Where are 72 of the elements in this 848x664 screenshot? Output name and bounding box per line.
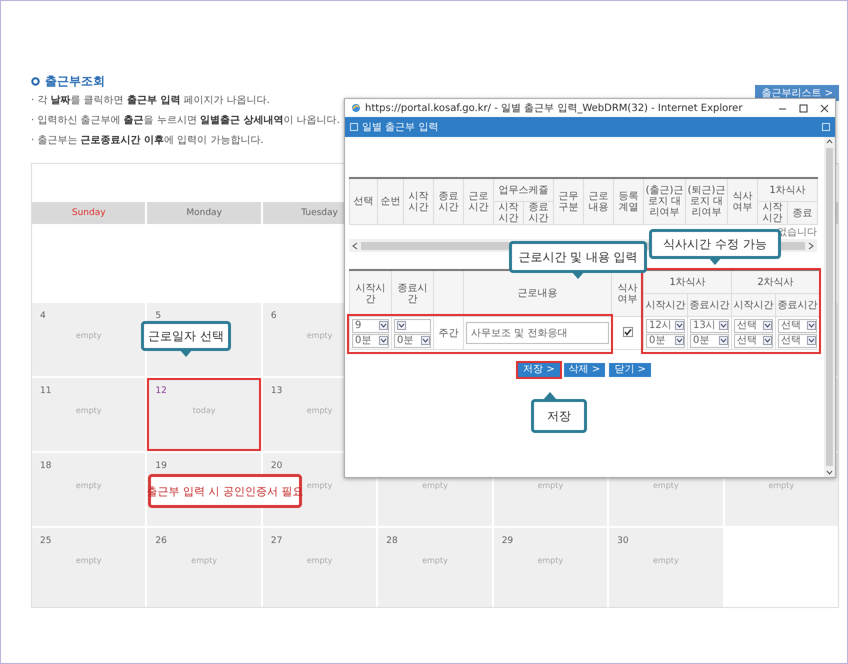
weekday-header: Tuesday xyxy=(301,208,338,218)
date-number: 30 xyxy=(617,536,629,546)
column-header: 종료시간 xyxy=(688,294,732,316)
day-status: empty xyxy=(76,406,102,415)
column-header: (출근)근로지 대리여부 xyxy=(644,178,686,224)
column-header: 1차식사 xyxy=(758,178,818,202)
date-number: 26 xyxy=(155,536,167,546)
date-number: 5 xyxy=(155,311,162,321)
day-status: empty xyxy=(306,556,332,565)
column-header: (퇴근)근로지 대리여부 xyxy=(686,178,728,224)
weekday-header: Monday xyxy=(186,208,222,218)
column-header: 종료시간 xyxy=(524,202,554,224)
day-status: empty xyxy=(306,406,332,415)
column-header: 1차식사 xyxy=(644,270,732,294)
instruction-text: · 출근부는 근로종료시간 이후에 입력이 가능합니다. xyxy=(31,134,265,147)
day-status: empty xyxy=(306,481,332,490)
date-number: 20 xyxy=(270,461,282,471)
callout-tooltip: 근로일자 선택 xyxy=(141,321,231,351)
column-header: 종료시간 xyxy=(434,178,464,224)
column-header: 업무스케쥴 xyxy=(494,178,554,202)
column-header: 근무구분 xyxy=(554,178,584,224)
date-number: 12 xyxy=(155,386,167,396)
popup-header: 일별 출근부 입력 xyxy=(362,121,440,134)
date-number: 27 xyxy=(270,536,282,546)
day-status: empty xyxy=(306,331,332,340)
column-header: 식사여부 xyxy=(728,178,758,224)
day-status: empty xyxy=(191,556,217,565)
callout-tooltip: 식사시간 수정 가능 xyxy=(649,229,781,259)
date-number: 28 xyxy=(386,536,398,546)
instruction-text: · 입력하신 출근부에 출근을 누르시면 일별출근 상세내역이 나옵니다. xyxy=(31,114,340,127)
table-cell: 주간 xyxy=(434,316,464,350)
column-header: 근로시간 xyxy=(464,178,494,224)
date-number: 25 xyxy=(40,536,52,546)
column-header: 시작시간 xyxy=(732,294,776,316)
day-status: empty xyxy=(653,556,679,565)
day-status: empty xyxy=(422,556,448,565)
column-header: 선택 xyxy=(350,178,378,224)
day-status: empty xyxy=(76,481,102,490)
column-header: 시작시간 xyxy=(404,178,434,224)
day-status: empty xyxy=(768,481,794,490)
day-status: empty xyxy=(422,481,448,490)
column-header: 종료시간 xyxy=(776,294,820,316)
date-number: 6 xyxy=(270,311,277,321)
column-header: 시작시간 xyxy=(758,202,788,224)
day-status: empty xyxy=(538,481,564,490)
callout-tooltip: 근로시간 및 내용 입력 xyxy=(509,241,647,273)
column-header: 2차식사 xyxy=(732,270,820,294)
column-header: 근로내용 xyxy=(584,178,614,224)
section-title: 출근부조회 xyxy=(45,73,105,90)
date-number: 11 xyxy=(40,386,52,396)
column-header: 종료 xyxy=(788,202,818,224)
day-status: empty xyxy=(76,556,102,565)
column-header: 시작시간 xyxy=(350,270,392,316)
instruction-text: · 각 날짜를 클릭하면 출근부 입력 페이지가 나옵니다. xyxy=(31,94,271,107)
date-number: 4 xyxy=(40,311,46,321)
day-status: empty xyxy=(538,556,564,565)
date-number: 19 xyxy=(155,461,167,471)
column-header: 종료시간 xyxy=(392,270,434,316)
column-header: 시작시간 xyxy=(494,202,524,224)
column-header: 시작시간 xyxy=(644,294,688,316)
date-number: 29 xyxy=(502,536,514,546)
column-header: 순번 xyxy=(378,178,404,224)
column-header: 근로내용 xyxy=(464,270,612,316)
date-number: 13 xyxy=(270,386,282,396)
day-status: empty xyxy=(653,481,679,490)
day-status: today xyxy=(192,406,216,415)
column-header: 등록계열 xyxy=(614,178,644,224)
date-number: 18 xyxy=(40,461,52,471)
day-status: empty xyxy=(76,331,102,340)
window-title: https://portal.kosaf.go.kr/ - 일별 출근부 입력_WebDRM(32) - Internet Explorer xyxy=(365,102,744,115)
weekday-header: Sunday xyxy=(72,208,106,218)
callout-tooltip: 저장 xyxy=(531,399,587,433)
